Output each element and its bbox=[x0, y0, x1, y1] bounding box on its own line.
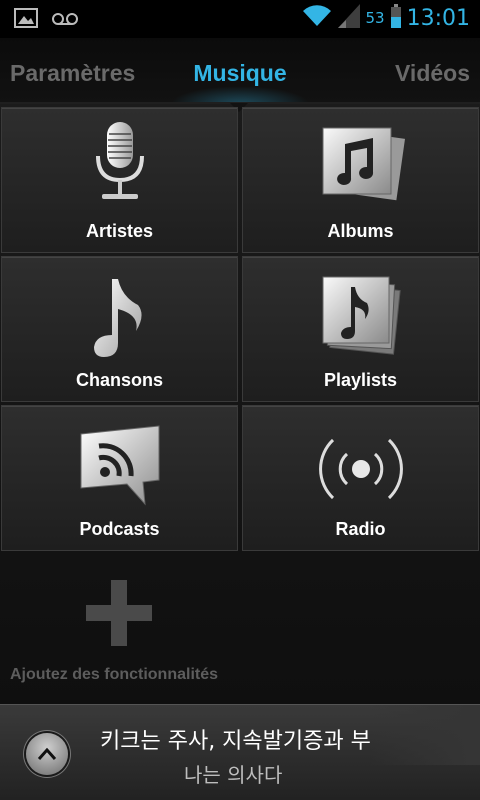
expand-button[interactable] bbox=[26, 733, 68, 775]
wifi-icon bbox=[302, 4, 332, 32]
add-features-label: Ajoutez des fonctionnalités bbox=[10, 666, 219, 683]
title-fade bbox=[370, 705, 480, 765]
playlists-icon bbox=[315, 273, 407, 361]
radio-tile[interactable]: Radio bbox=[242, 405, 479, 551]
albums-label: Albums bbox=[327, 221, 394, 241]
albums-tile[interactable]: Albums bbox=[242, 107, 479, 253]
image-notification-icon bbox=[14, 8, 38, 32]
tab-videos[interactable]: Vidéos bbox=[395, 60, 470, 87]
status-bar: 53 13:01 bbox=[0, 0, 480, 38]
tab-bar: Paramètres Musique Vidéos bbox=[0, 38, 480, 104]
battery-icon bbox=[390, 4, 401, 32]
radio-icon bbox=[313, 432, 409, 510]
chevron-up-icon bbox=[37, 746, 57, 765]
chansons-label: Chansons bbox=[75, 370, 163, 390]
podcasts-tile[interactable]: Podcasts bbox=[1, 405, 238, 551]
battery-percent: 53 bbox=[365, 9, 385, 27]
plus-icon bbox=[86, 580, 152, 650]
track-title: 키크는 주사, 지속발기증과 부 bbox=[100, 729, 371, 754]
podcast-icon bbox=[75, 424, 165, 510]
microphone-icon bbox=[90, 120, 150, 208]
artistes-tile[interactable]: Artistes bbox=[1, 107, 238, 253]
artistes-label: Artistes bbox=[85, 221, 154, 241]
music-grid: Artistes Albums Chansons Playlists Podca… bbox=[0, 103, 480, 704]
podcasts-label: Podcasts bbox=[79, 519, 160, 539]
music-note-icon bbox=[92, 275, 148, 363]
playlists-tile[interactable]: Playlists bbox=[242, 256, 479, 402]
chansons-tile[interactable]: Chansons bbox=[1, 256, 238, 402]
playlists-label: Playlists bbox=[323, 370, 398, 390]
signal-icon bbox=[337, 4, 360, 32]
clock: 13:01 bbox=[406, 5, 470, 31]
track-artist: 나는 의사다 bbox=[184, 763, 283, 787]
albums-icon bbox=[315, 124, 407, 208]
add-features-button[interactable]: Ajoutez des fonctionnalités bbox=[0, 554, 240, 694]
now-playing-bar[interactable]: 키크는 주사, 지속발기증과 부 나는 의사다 bbox=[0, 704, 480, 800]
radio-label: Radio bbox=[335, 519, 386, 539]
notification-icons bbox=[14, 8, 78, 32]
voicemail-icon bbox=[52, 11, 78, 30]
